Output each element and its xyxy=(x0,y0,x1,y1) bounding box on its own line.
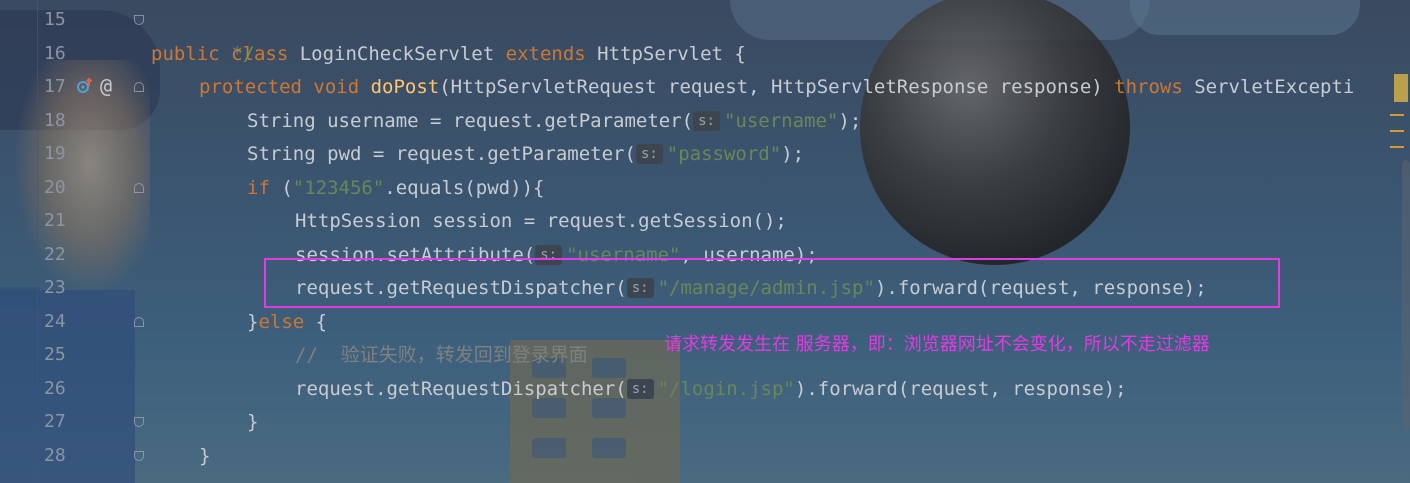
keyword: extends xyxy=(505,43,598,65)
code-text: String username = request.getParameter( xyxy=(247,110,694,132)
string-literal: "123456" xyxy=(292,177,385,199)
method-name: doPost xyxy=(370,76,440,98)
code-line: String username = request.getParameter(s… xyxy=(247,104,861,138)
line-comment: // 验证失败，转发回到登录界面 xyxy=(295,344,588,366)
code-editor[interactable]: 15 16 17 18 19 20 21 22 23 24 25 26 27 2… xyxy=(0,0,1410,483)
string-literal: "/login.jsp" xyxy=(657,378,795,400)
code-line: // 验证失败，转发回到登录界面 xyxy=(295,338,588,372)
parameter-hint: s: xyxy=(635,144,663,164)
code-text: HttpSession session = request.getSession… xyxy=(295,210,787,232)
code-text: } xyxy=(199,445,211,467)
code-line: if ("123456".equals(pwd)){ xyxy=(247,171,544,205)
keyword: if xyxy=(247,177,282,199)
annotation-note: 请求转发发生在 服务器，即：浏览器网址不会变化，所以不走过滤器 xyxy=(664,334,1210,355)
keyword: public class xyxy=(151,43,300,65)
code-text: .equals(pwd)){ xyxy=(384,177,545,199)
code-text: ); xyxy=(838,110,862,132)
stripe-marker[interactable] xyxy=(1390,146,1404,148)
code-text: } xyxy=(247,311,259,333)
code-line: HttpSession session = request.getSession… xyxy=(295,204,787,238)
code-text: String pwd = request.getParameter( xyxy=(247,143,636,165)
code-line: protected void doPost(HttpServletRequest… xyxy=(199,70,1354,104)
parameter-hint: s: xyxy=(693,111,720,131)
code-text: (HttpServletRequest request, HttpServlet… xyxy=(439,76,1115,98)
code-line: } xyxy=(199,439,210,473)
string-literal: "password" xyxy=(666,143,782,165)
code-text: { xyxy=(315,311,328,333)
code-text: ); xyxy=(781,143,805,165)
code-line: request.getRequestDispatcher(s: "/login.j… xyxy=(295,372,1127,406)
code-line: } xyxy=(247,405,258,439)
stripe-marker[interactable] xyxy=(1390,114,1404,116)
code-line: */ xyxy=(163,3,255,65)
code-text: ServletExcepti xyxy=(1194,76,1355,98)
keyword: throws xyxy=(1114,76,1195,98)
code-line: String pwd = request.getParameter(s: "pas… xyxy=(247,137,804,171)
code-line: public class LoginCheckServlet extends H… xyxy=(151,37,746,71)
keyword: else xyxy=(258,311,316,333)
code-text: ( xyxy=(281,177,293,199)
warning-marker-icon[interactable] xyxy=(1394,74,1408,102)
error-stripe[interactable] xyxy=(1388,0,1410,483)
code-line: }else { xyxy=(247,305,327,339)
parameter-hint: s: xyxy=(626,379,654,399)
code-text: } xyxy=(247,411,259,433)
code-text: request.getRequestDispatcher( xyxy=(295,378,627,400)
stripe-marker[interactable] xyxy=(1390,130,1404,132)
keyword: protected void xyxy=(199,76,371,98)
code-text: HttpServlet { xyxy=(597,43,746,65)
vertical-scrollbar[interactable] xyxy=(1402,160,1410,430)
string-literal: "username" xyxy=(723,110,839,132)
class-name: LoginCheckServlet xyxy=(299,43,506,65)
highlight-box xyxy=(264,258,1280,308)
code-text: ).forward(request, response); xyxy=(794,378,1127,400)
code-area[interactable]: */ public class LoginCheckServlet extend… xyxy=(0,0,1410,483)
